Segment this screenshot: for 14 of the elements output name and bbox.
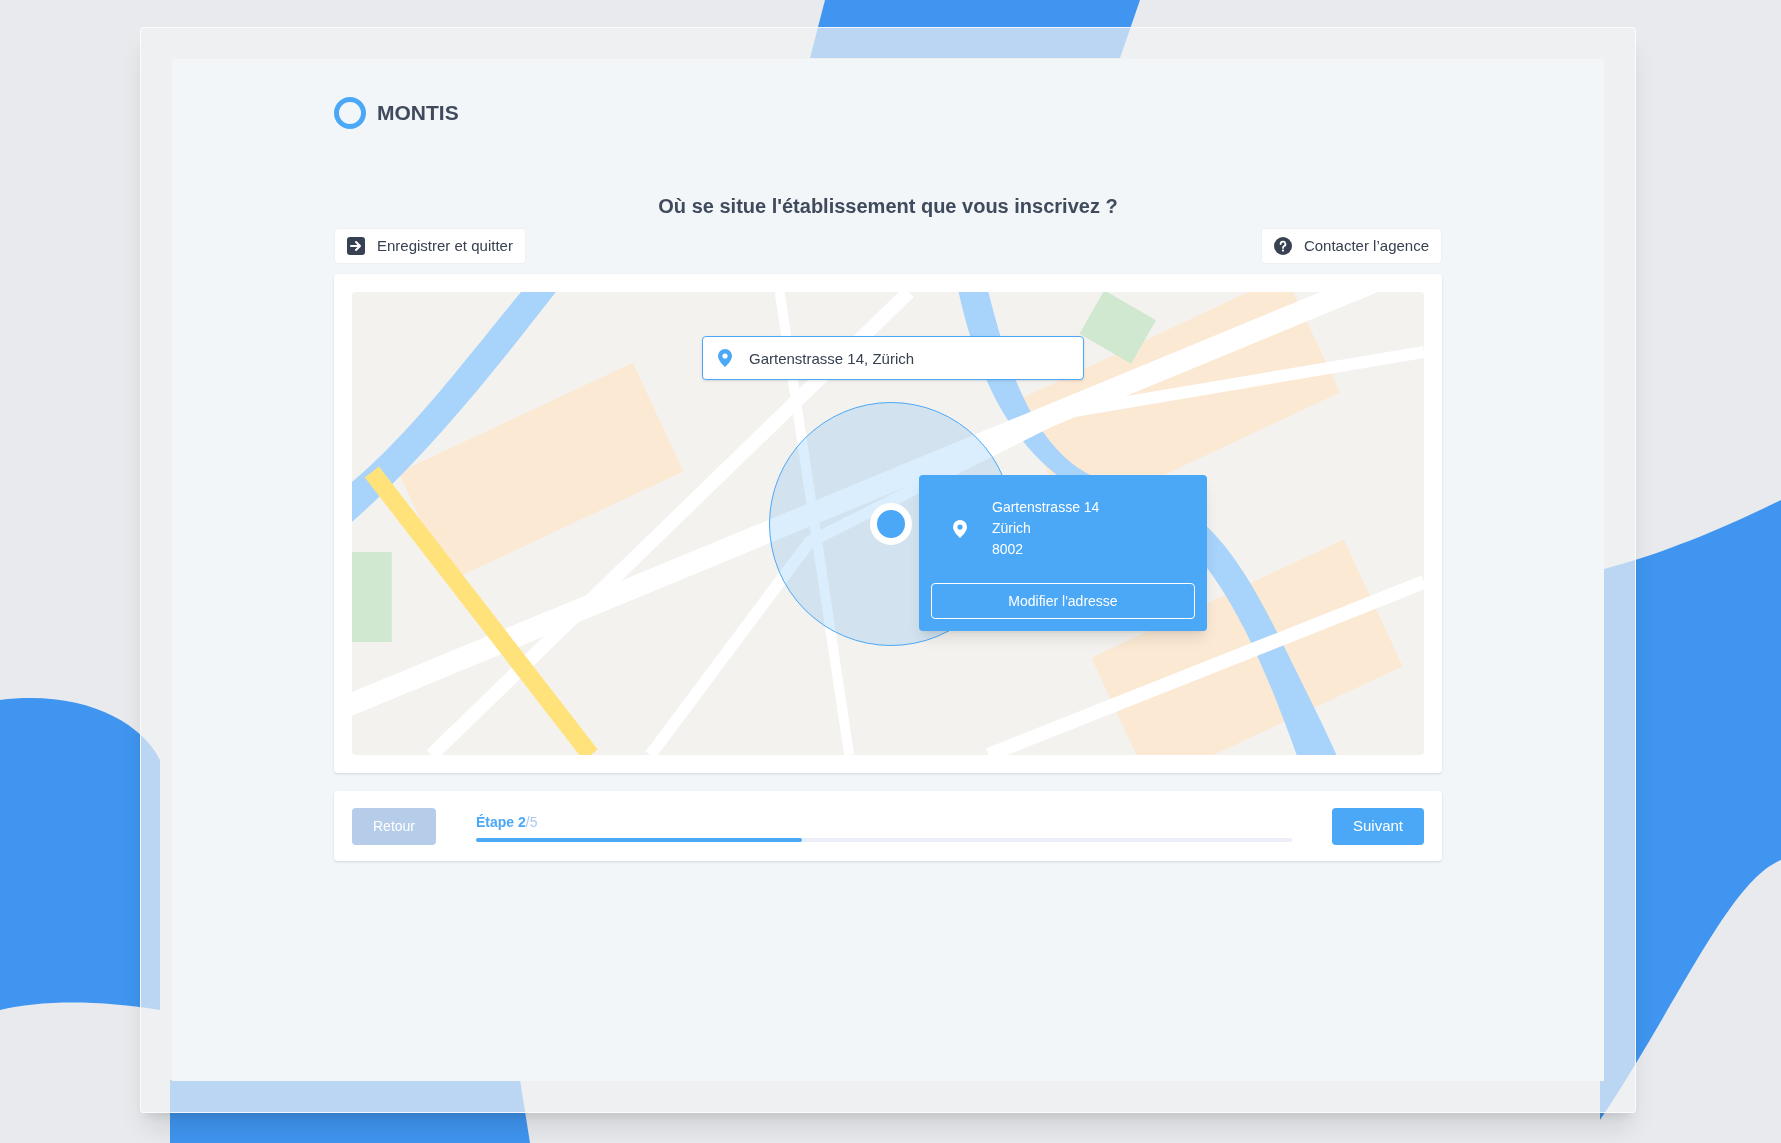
address-line: Zürich bbox=[992, 519, 1032, 538]
step-current: Étape 2 bbox=[476, 813, 526, 832]
brand-name: MONTIS bbox=[377, 100, 459, 127]
location-pin-icon bbox=[718, 349, 732, 367]
address-line: Gartenstrasse 14 bbox=[992, 498, 1100, 517]
page-title: Où se situe l'établissement que vous inscrivez ? bbox=[657, 194, 1119, 219]
address-line: 8002 bbox=[992, 540, 1025, 559]
location-pin-icon bbox=[953, 519, 967, 538]
logo-ring-icon bbox=[334, 97, 366, 129]
save-exit-button[interactable]: Enregistrer et quitter bbox=[334, 228, 526, 264]
step-total: /5 bbox=[525, 813, 538, 832]
address-search-field[interactable]: Gartenstrasse 14, Zürich bbox=[702, 336, 1084, 380]
help-icon bbox=[1273, 237, 1292, 255]
contact-button[interactable]: Contacter l’agence bbox=[1260, 228, 1442, 264]
